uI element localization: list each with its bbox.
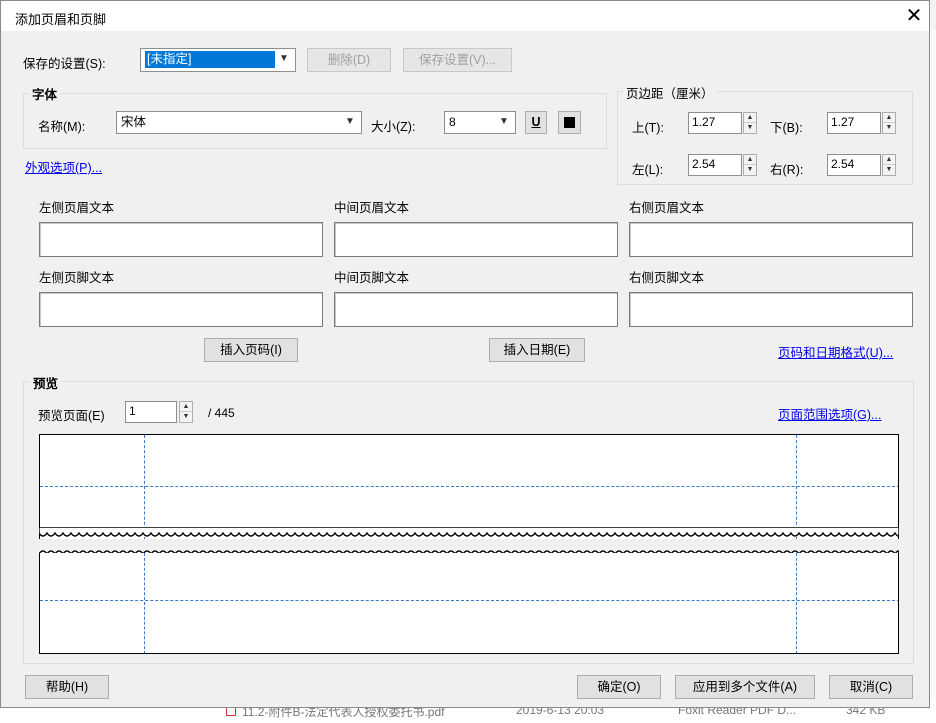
font-name-value: 宋体 [121, 115, 147, 129]
font-color-button[interactable] [558, 111, 581, 134]
preview-left-margin-guide [144, 553, 145, 653]
preview-left-margin-guide [144, 435, 145, 539]
triangle-down-icon[interactable]: ▼ [883, 123, 895, 133]
margin-top-label: 上(T): [632, 121, 664, 135]
appearance-options-link[interactable]: 外观选项(P)... [25, 157, 102, 176]
triangle-down-icon[interactable]: ▼ [180, 412, 192, 422]
right-footer-textarea[interactable] [629, 292, 913, 327]
page-range-options-link[interactable]: 页面范围选项(G)... [778, 404, 881, 423]
right-header-textarea[interactable] [629, 222, 913, 257]
margin-bottom-input[interactable]: 1.27 [827, 112, 881, 134]
center-header-label: 中间页眉文本 [334, 201, 410, 215]
margin-left-label: 左(L): [632, 163, 664, 177]
margin-top-input[interactable]: 1.27 [688, 112, 742, 134]
triangle-up-icon[interactable]: ▲ [883, 155, 895, 165]
margin-bottom-label: 下(B): [770, 121, 803, 135]
triangle-up-icon[interactable]: ▲ [180, 402, 192, 412]
margin-right-spinner[interactable]: ▲ ▼ [882, 154, 896, 176]
font-size-value: 8 [449, 115, 456, 129]
font-size-label: 大小(Z): [371, 120, 416, 134]
font-name-select[interactable]: 宋体 ▼ [116, 111, 362, 134]
left-footer-label: 左侧页脚文本 [39, 271, 115, 285]
triangle-up-icon[interactable]: ▲ [744, 155, 756, 165]
preview-page-spinner[interactable]: ▲ ▼ [179, 401, 193, 423]
save-settings-button[interactable]: 保存设置(V)... [403, 48, 512, 72]
triangle-down-icon[interactable]: ▼ [883, 165, 895, 175]
preview-group-title: 预览 [30, 373, 62, 392]
margin-right-input[interactable]: 2.54 [827, 154, 881, 176]
black-square-icon [564, 117, 575, 128]
header-footer-dialog: 添加页眉和页脚 ✕ 保存的设置(S): [未指定] ▼ 删除(D) 保存设置(V… [0, 0, 930, 708]
preview-footer-area [39, 553, 899, 654]
font-size-select[interactable]: 8 ▼ [444, 111, 516, 134]
triangle-up-icon[interactable]: ▲ [744, 113, 756, 123]
left-footer-textarea[interactable] [39, 292, 323, 327]
apply-to-multiple-files-button[interactable]: 应用到多个文件(A) [675, 675, 815, 699]
preview-header-torn-edge [39, 527, 899, 537]
margin-top-spinner[interactable]: ▲ ▼ [743, 112, 757, 134]
cancel-button[interactable]: 取消(C) [829, 675, 913, 699]
preview-page-input[interactable]: 1 [125, 401, 177, 423]
insert-page-number-button[interactable]: 插入页码(I) [204, 338, 298, 362]
center-footer-label: 中间页脚文本 [334, 271, 410, 285]
right-footer-label: 右侧页脚文本 [629, 271, 705, 285]
triangle-up-icon[interactable]: ▲ [883, 113, 895, 123]
margin-left-input[interactable]: 2.54 [688, 154, 742, 176]
triangle-down-icon[interactable]: ▼ [744, 123, 756, 133]
margins-group-title: 页边距（厘米） [623, 83, 717, 102]
chevron-down-icon: ▼ [499, 116, 509, 127]
preview-right-margin-guide [796, 553, 797, 653]
insert-date-button[interactable]: 插入日期(E) [489, 338, 585, 362]
title-bar: 添加页眉和页脚 ✕ [1, 1, 929, 31]
saved-settings-select[interactable]: [未指定] ▼ [140, 48, 296, 72]
preview-footer-guide [40, 600, 898, 601]
close-icon[interactable]: ✕ [901, 3, 927, 29]
saved-settings-label: 保存的设置(S): [23, 57, 106, 71]
dialog-title: 添加页眉和页脚 [15, 12, 107, 27]
page-date-format-link[interactable]: 页码和日期格式(U)... [778, 342, 893, 361]
saved-settings-value: [未指定] [145, 51, 275, 68]
delete-button[interactable]: 删除(D) [307, 48, 391, 72]
right-header-label: 右侧页眉文本 [629, 201, 705, 215]
preview-header-area [39, 434, 899, 539]
preview-page-total: / 445 [208, 406, 235, 420]
margin-left-spinner[interactable]: ▲ ▼ [743, 154, 757, 176]
ok-button[interactable]: 确定(O) [577, 675, 661, 699]
chevron-down-icon: ▼ [279, 53, 289, 64]
underline-icon: U [531, 115, 541, 129]
font-group-title: 字体 [29, 84, 61, 103]
left-header-label: 左侧页眉文本 [39, 201, 115, 215]
underline-button[interactable]: U [525, 111, 547, 134]
triangle-down-icon[interactable]: ▼ [744, 165, 756, 175]
chevron-down-icon: ▼ [345, 116, 355, 127]
center-footer-textarea[interactable] [334, 292, 618, 327]
left-header-textarea[interactable] [39, 222, 323, 257]
preview-header-guide [40, 486, 898, 487]
help-button[interactable]: 帮助(H) [25, 675, 109, 699]
font-name-label: 名称(M): [38, 120, 86, 134]
preview-page-label: 预览页面(E) [38, 409, 105, 423]
margin-right-label: 右(R): [770, 163, 804, 177]
margin-bottom-spinner[interactable]: ▲ ▼ [882, 112, 896, 134]
center-header-textarea[interactable] [334, 222, 618, 257]
preview-right-margin-guide [796, 435, 797, 539]
